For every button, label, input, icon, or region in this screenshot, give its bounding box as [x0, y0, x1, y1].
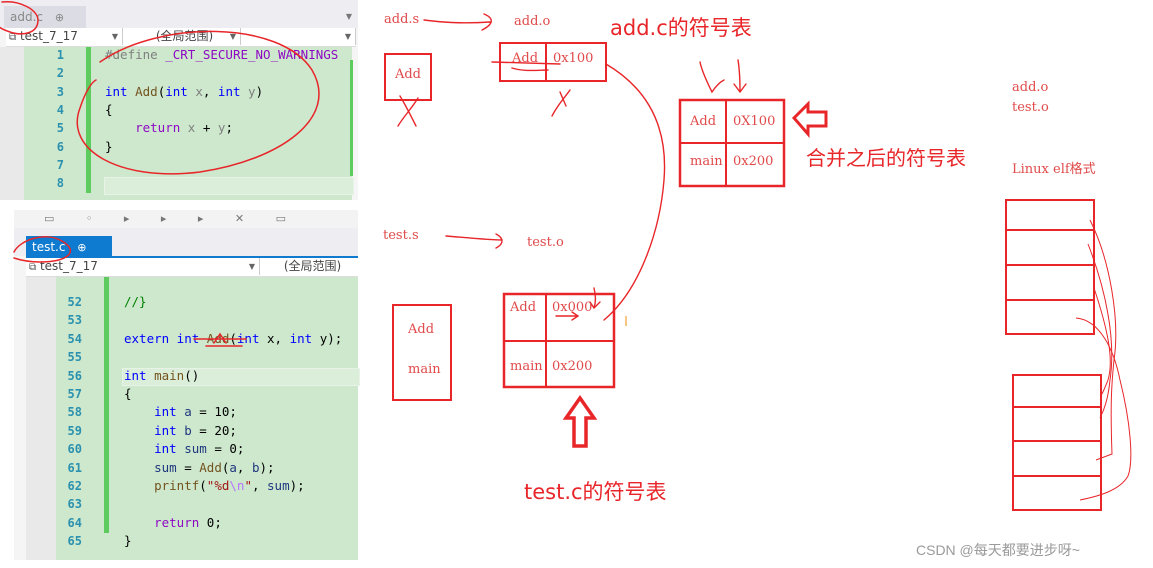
arrow-test-s-to-test-o: [445, 233, 503, 249]
add-o-label: add.o: [514, 14, 551, 29]
add-obj-symbol: Add: [394, 67, 422, 82]
test-obj-symbol-0: Add: [408, 322, 435, 337]
test-obj-symbol-1: main: [408, 362, 441, 377]
elf-test-o: [1012, 374, 1102, 511]
merged-name-0: Add: [690, 114, 717, 129]
test-symtab-title: test.c的符号表: [524, 480, 667, 504]
merged-addr-0: 0X100: [733, 114, 776, 129]
merged-name-1: main: [690, 154, 723, 169]
add-obj-box: Add: [384, 53, 432, 101]
add-symtab-name: Add: [512, 51, 539, 66]
test-obj-box: Add main: [392, 304, 452, 401]
arrow-add-s-to-add-o: [423, 13, 492, 31]
elf-add-o: [1005, 199, 1095, 335]
arrow-down-1: [699, 61, 725, 94]
add-symtab-addr: 0x100: [553, 51, 594, 66]
test-symtab-name-0: Add: [510, 300, 537, 315]
merged-addr-1: 0x200: [733, 154, 774, 169]
test-symtab-addr-0: 0x000: [552, 300, 593, 315]
test-symtab-addr-1: 0x200: [552, 359, 593, 374]
arrow-up-test: [562, 394, 598, 448]
test-o-label: test.o: [527, 235, 564, 250]
add-symtab-title: add.c的符号表: [610, 16, 752, 40]
link-curve: [603, 63, 666, 321]
cross-mark-add-o: [551, 89, 571, 117]
file-add-o: add.o: [1012, 80, 1049, 95]
elf-merge-lines: [1075, 219, 1132, 501]
arrow-down-2: [733, 59, 747, 94]
file-test-o: test.o: [1012, 100, 1049, 115]
add-s-label: add.s: [384, 12, 420, 27]
merged-title: 合并之后的符号表: [806, 146, 966, 170]
test-symtab-name-1: main: [510, 359, 543, 374]
test-s-label: test.s: [383, 228, 419, 243]
arrow-left-merged: [791, 100, 828, 138]
elf-format-label: Linux elf格式: [1012, 162, 1096, 177]
watermark: CSDN @每天都要进步呀~: [916, 542, 1080, 558]
